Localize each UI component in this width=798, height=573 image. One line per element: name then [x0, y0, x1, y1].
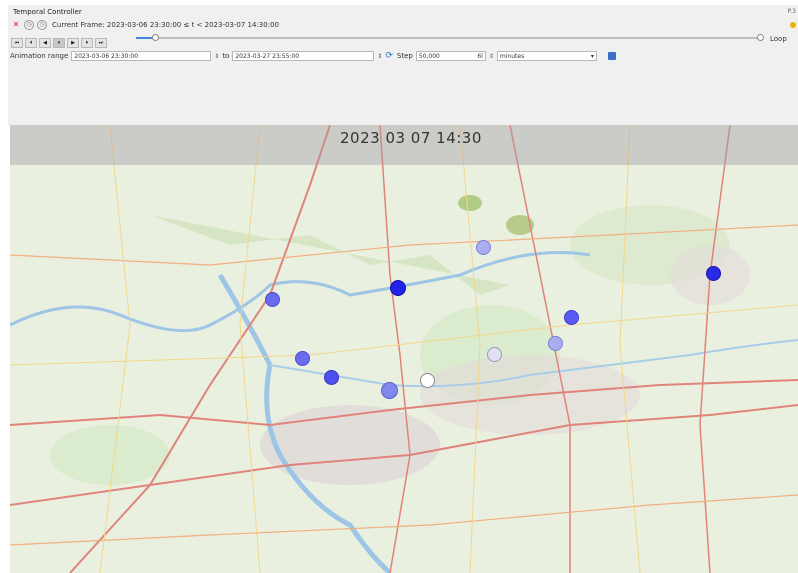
corner-label: P.3: [787, 8, 796, 15]
map-canvas[interactable]: 2023 03 07 14:30: [10, 125, 798, 573]
range-end-value: 2023-03-27 23:55:00: [235, 52, 300, 60]
refresh-range-icon[interactable]: ⟳: [385, 51, 393, 61]
station-marker[interactable]: [706, 266, 721, 281]
station-marker[interactable]: [476, 240, 491, 255]
station-marker[interactable]: [487, 347, 502, 362]
park-area: [458, 195, 482, 211]
map-basemap: [10, 125, 798, 573]
step-back-button[interactable]: ⏴: [25, 38, 37, 48]
playback-controls: ⏮ ⏴ ◀ ⏸ ▶ ⏵ ⏭: [11, 37, 107, 49]
time-slider-handle[interactable]: [151, 34, 159, 41]
step-unit-value: minutes: [499, 52, 525, 60]
map-timestamp-banner: 2023 03 07 14:30: [10, 125, 798, 165]
play-back-button[interactable]: ◀: [39, 38, 51, 48]
pause-button[interactable]: ⏸: [53, 38, 65, 48]
step-label: Step: [396, 52, 413, 60]
station-marker[interactable]: [390, 280, 406, 296]
station-marker[interactable]: [265, 292, 280, 307]
step-field[interactable]: 50,000 6l: [415, 51, 486, 61]
urban-area: [260, 405, 440, 485]
station-marker[interactable]: [295, 351, 310, 366]
range-end-spin-icon[interactable]: ⇕: [377, 53, 382, 60]
play-icon: ▶: [71, 40, 75, 46]
close-icon[interactable]: ✕: [11, 20, 21, 30]
panel-title: Temporal Controller: [13, 8, 82, 16]
fixed-range-icon[interactable]: ◷: [24, 20, 34, 30]
step-spin-icon[interactable]: ⇕: [489, 53, 494, 60]
to-label: to: [222, 52, 230, 60]
chevron-down-icon: ▾: [590, 52, 594, 60]
station-marker[interactable]: [420, 373, 435, 388]
loop-checkbox-label[interactable]: Loop: [770, 35, 787, 43]
skip-back-icon: ⏮: [14, 40, 20, 46]
station-marker[interactable]: [564, 310, 579, 325]
range-start-field[interactable]: 2023-03-06 23:30:00: [71, 51, 212, 61]
step-value: 50,000: [418, 52, 440, 60]
range-start-spin-icon[interactable]: ⇕: [214, 53, 219, 60]
animation-range-label: Animation range: [10, 52, 69, 60]
forest-area: [50, 425, 170, 485]
animated-icon[interactable]: ◷: [37, 20, 47, 30]
map-timestamp: 2023 03 07 14:30: [340, 129, 482, 147]
animation-range-row: Animation range 2023-03-06 23:30:00 ⇕ to…: [10, 50, 616, 62]
step-extra: 6l: [477, 52, 483, 60]
pause-icon: ⏸: [57, 40, 61, 46]
skip-forward-icon: ⏭: [98, 40, 104, 46]
skip-forward-button[interactable]: ⏭: [95, 38, 107, 48]
time-slider[interactable]: [136, 34, 764, 41]
play-back-icon: ◀: [43, 40, 47, 46]
frame-info-row: ✕ ◷ ◷ Current Frame: 2023-03-06 23:30:00…: [11, 19, 279, 31]
time-slider-end-handle[interactable]: [757, 34, 764, 41]
step-forward-button[interactable]: ⏵: [81, 38, 93, 48]
range-end-field[interactable]: 2023-03-27 23:55:00: [232, 51, 375, 61]
station-marker[interactable]: [548, 336, 563, 351]
current-frame-text: Current Frame: 2023-03-06 23:30:00 ≤ t <…: [52, 21, 279, 29]
map-background: [10, 125, 798, 573]
station-marker[interactable]: [324, 370, 339, 385]
step-unit-select[interactable]: minutes ▾: [496, 51, 597, 61]
save-icon[interactable]: [607, 52, 616, 60]
range-start-value: 2023-03-06 23:30:00: [74, 52, 139, 60]
step-forward-icon: ⏵: [85, 40, 89, 46]
station-marker[interactable]: [381, 382, 398, 399]
indicator-icon: [790, 22, 796, 28]
step-back-icon: ⏴: [29, 40, 33, 46]
temporal-controller-panel: Temporal Controller P.3 ✕ ◷ ◷ Current Fr…: [8, 5, 798, 126]
skip-back-button[interactable]: ⏮: [11, 38, 23, 48]
play-button[interactable]: ▶: [67, 38, 79, 48]
